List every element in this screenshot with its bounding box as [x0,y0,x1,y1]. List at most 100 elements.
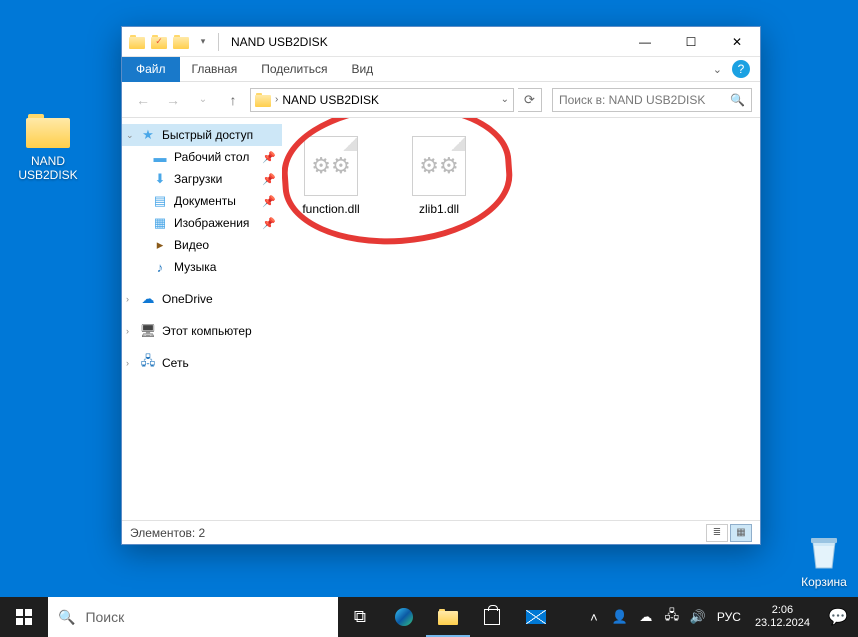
status-text: Элементов: 2 [130,526,205,540]
sidebar-music[interactable]: ♪Музыка [122,256,282,278]
taskbar-explorer[interactable] [426,597,470,637]
download-icon: ⬇ [152,171,168,187]
tray-date: 23.12.2024 [755,617,810,630]
ribbon-tabs: Файл Главная Поделиться Вид ⌄ ? [122,57,760,82]
store-icon [484,609,500,625]
titlebar[interactable]: ✓ ▾ NAND USB2DISK — ☐ ✕ [122,27,760,57]
sidebar-pictures[interactable]: ▦Изображения📌 [122,212,282,234]
file-item[interactable]: ⚙⚙ zlib1.dll [400,136,478,216]
dll-file-icon: ⚙⚙ [304,136,358,196]
window-icon [128,33,146,51]
breadcrumb-folder-icon [255,93,271,107]
folder-icon [24,110,72,152]
address-bar[interactable]: › NAND USB2DISK ⌄ [250,88,514,112]
recycle-bin[interactable]: Корзина [786,531,858,589]
nav-toolbar: ← → ⌄ ↑ › NAND USB2DISK ⌄ ⟳ Поиск в: NAN… [122,82,760,118]
status-bar: Элементов: 2 ≣ ▦ [122,520,760,544]
sidebar-network[interactable]: ›🖧Сеть [122,352,282,374]
desktop-folder-label: NAND USB2DISK [10,154,86,182]
recycle-icon [800,531,848,573]
sidebar-this-pc[interactable]: ›🖥Этот компьютер [122,320,282,342]
taskbar-edge[interactable] [382,597,426,637]
cloud-icon: ☁ [140,291,156,307]
pin-icon: 📌 [262,173,276,186]
maximize-button[interactable]: ☐ [668,27,714,57]
chevron-right-icon: › [275,94,278,105]
sidebar-desktop[interactable]: ▬Рабочий стол📌 [122,146,282,168]
help-button[interactable]: ? [732,60,750,78]
file-name: function.dll [302,202,359,216]
breadcrumb-dropdown-icon[interactable]: ⌄ [501,94,509,105]
pin-icon: 📌 [262,217,276,230]
video-icon: ▸ [152,237,168,253]
tray-onedrive-icon[interactable]: ☁ [633,597,659,637]
taskbar-mail[interactable] [514,597,558,637]
desktop-folder-shortcut[interactable]: NAND USB2DISK [10,110,86,182]
chevron-down-icon: ⌄ [126,130,134,141]
pc-icon: 🖥 [140,323,156,339]
tray-people-icon[interactable]: 👤 [607,597,633,637]
mail-icon [526,610,546,624]
chevron-right-icon: › [126,358,129,368]
view-details-button[interactable]: ≣ [706,524,728,542]
file-item[interactable]: ⚙⚙ function.dll [292,136,370,216]
taskbar: 🔍 Поиск ⧉ ˄ 👤 ☁ 🖧 🔊 РУС 2:06 23.12.2024 💬 [0,597,858,637]
search-icon: 🔍 [730,93,745,107]
file-list-area[interactable]: ⚙⚙ function.dll ⚙⚙ zlib1.dll [282,118,760,520]
taskbar-search-placeholder: Поиск [85,609,124,625]
sidebar-downloads[interactable]: ⬇Загрузки📌 [122,168,282,190]
start-button[interactable] [0,597,48,637]
desktop-icon: ▬ [152,149,168,165]
action-center-button[interactable]: 💬 [818,597,858,637]
chevron-right-icon: › [126,294,129,304]
sidebar-onedrive[interactable]: ›☁OneDrive [122,288,282,310]
minimize-button[interactable]: — [622,27,668,57]
ribbon-expand-icon[interactable]: ⌄ [713,63,722,76]
tray-language[interactable]: РУС [711,610,747,624]
taskbar-search[interactable]: 🔍 Поиск [48,597,338,637]
view-icons-button[interactable]: ▦ [730,524,752,542]
tray-clock[interactable]: 2:06 23.12.2024 [747,604,818,630]
recycle-label: Корзина [801,575,847,589]
dll-file-icon: ⚙⚙ [412,136,466,196]
nav-recent-dropdown[interactable]: ⌄ [190,87,216,113]
nav-forward[interactable]: → [160,87,186,113]
qat-newfolder[interactable] [172,33,190,51]
nav-back[interactable]: ← [130,87,156,113]
sidebar-videos[interactable]: ▸Видео [122,234,282,256]
pictures-icon: ▦ [152,215,168,231]
tab-file[interactable]: Файл [122,57,180,82]
network-icon: 🖧 [140,355,156,371]
music-icon: ♪ [152,259,168,275]
explorer-window: ✓ ▾ NAND USB2DISK — ☐ ✕ Файл Главная Под… [121,26,761,545]
tab-home[interactable]: Главная [180,57,250,82]
folder-icon [438,609,458,625]
tab-view[interactable]: Вид [339,57,385,82]
qat-properties[interactable]: ✓ [150,33,168,51]
close-button[interactable]: ✕ [714,27,760,57]
nav-pane: ⌄★Быстрый доступ ▬Рабочий стол📌 ⬇Загрузк… [122,118,282,520]
tray-volume-icon[interactable]: 🔊 [685,597,711,637]
breadcrumb-text: NAND USB2DISK [282,93,379,107]
window-title: NAND USB2DISK [231,35,328,49]
tray-chevron-up-icon[interactable]: ˄ [581,597,607,637]
search-input[interactable]: Поиск в: NAND USB2DISK 🔍 [552,88,752,112]
sidebar-quick-access[interactable]: ⌄★Быстрый доступ [122,124,282,146]
edge-icon [395,608,413,626]
taskbar-store[interactable] [470,597,514,637]
pin-icon: 📌 [262,195,276,208]
tray-time: 2:06 [772,604,793,617]
nav-up[interactable]: ↑ [220,87,246,113]
chevron-right-icon: › [126,326,129,336]
qat-dropdown[interactable]: ▾ [194,33,212,51]
document-icon: ▤ [152,193,168,209]
tab-share[interactable]: Поделиться [249,57,339,82]
tray-network-icon[interactable]: 🖧 [659,597,685,637]
file-name: zlib1.dll [419,202,459,216]
task-view-button[interactable]: ⧉ [338,597,382,637]
refresh-button[interactable]: ⟳ [518,88,542,112]
star-icon: ★ [140,127,156,143]
sidebar-documents[interactable]: ▤Документы📌 [122,190,282,212]
pin-icon: 📌 [262,151,276,164]
search-icon: 🔍 [58,609,75,626]
